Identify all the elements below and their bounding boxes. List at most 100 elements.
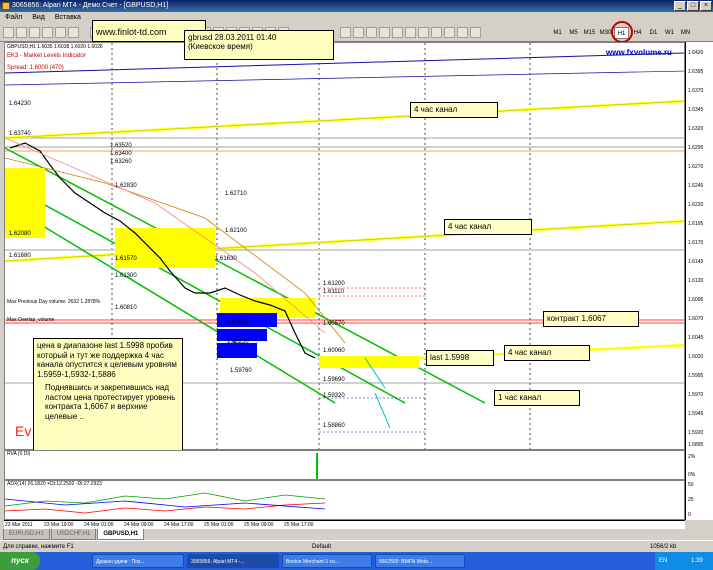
price-tick: 1.5945 xyxy=(688,411,704,417)
clock: 1:39 xyxy=(691,558,703,564)
task-alpari[interactable]: 3065856: Alpari MT4 -... xyxy=(187,554,279,568)
market-watch-icon[interactable] xyxy=(29,27,40,38)
fxvolume-site: www.fxvolume.ru xyxy=(606,48,672,57)
price-tick: 1.5920 xyxy=(688,430,704,436)
price-tick: 1.6295 xyxy=(688,145,704,151)
level-label: 1.58860 xyxy=(323,423,345,429)
system-tray: EN 1:39 xyxy=(655,552,713,570)
timeframe-m15[interactable]: M15 xyxy=(582,27,597,39)
status-bar: Для справки, нажмите F1 Default 1056/2 k… xyxy=(0,540,713,552)
date-note: gbrusd 28.03.2011 01:40 (Киевское время) xyxy=(184,30,334,60)
app-icon xyxy=(2,2,10,10)
menu-view[interactable]: Вид xyxy=(27,12,50,24)
chart-tabs: EURUSD,H1 USDCHF,H1 GBPUSD,H1 xyxy=(0,529,713,540)
level-label: 1.60600 xyxy=(227,320,249,326)
timeframe-d1[interactable]: D1 xyxy=(646,27,661,39)
task-boston[interactable]: Boston Merchant-1 co... xyxy=(282,554,372,568)
price-tick: 1.5970 xyxy=(688,392,704,398)
close-button[interactable]: × xyxy=(700,1,712,11)
last-price-note: last 1.5998 xyxy=(426,350,494,366)
bar-chart-icon[interactable] xyxy=(340,27,351,38)
time-tick: 23 Mar 19:00 xyxy=(44,522,74,528)
price-tick: 1.6370 xyxy=(688,88,704,94)
tester-icon[interactable] xyxy=(68,27,79,38)
language-indicator[interactable]: EN xyxy=(659,558,667,564)
symbol-info: GBPUSD,H1 1.6035 1.6038 1.6020 1.6028 xyxy=(7,44,103,50)
overlay-text: Ev xyxy=(15,423,32,439)
level-label: 1.59690 xyxy=(323,377,345,383)
timeframe-m1[interactable]: M1 xyxy=(550,27,565,39)
rva-indicator-panel[interactable]: RVA (0 DI) xyxy=(4,450,685,480)
price-tick: 1.6270 xyxy=(688,164,704,170)
taskbar: пуск Дракон удачи : Поз... 3065856: Alpa… xyxy=(0,552,713,570)
terminal-icon[interactable] xyxy=(55,27,66,38)
new-chart-icon[interactable] xyxy=(3,27,14,38)
level-label: 1.62100 xyxy=(225,228,247,234)
level-label: 1.63400 xyxy=(110,151,132,157)
price-tick: 1.6120 xyxy=(688,278,704,284)
adx-indicator-panel[interactable]: ADX(14) 26.1820 +DI:12.2592 -DI:27.2923 xyxy=(4,480,685,520)
level-label: 1.61630 xyxy=(215,256,237,262)
time-tick: 25 Mar 09:00 xyxy=(244,522,274,528)
adx-tick: 25 xyxy=(688,497,694,503)
rva-tick: 2% xyxy=(688,454,696,460)
periods-icon[interactable] xyxy=(457,27,468,38)
candle-chart-icon[interactable] xyxy=(353,27,364,38)
level-label: 1.60060 xyxy=(323,348,345,354)
autoscroll-icon[interactable] xyxy=(418,27,429,38)
contract-note: контракт 1,6067 xyxy=(543,311,639,327)
price-tick: 1.6020 xyxy=(688,354,704,360)
minimize-button[interactable]: _ xyxy=(674,1,686,11)
channel-4h-note: 4 час канал xyxy=(504,345,590,361)
tile-windows-icon[interactable] xyxy=(405,27,416,38)
level-label: 1.63520 xyxy=(110,143,132,149)
rva-tick: 0% xyxy=(688,472,696,478)
timeframe-m5[interactable]: M5 xyxy=(566,27,581,39)
indicators-icon[interactable] xyxy=(444,27,455,38)
profiles-icon[interactable] xyxy=(16,27,27,38)
zoom-in-icon[interactable] xyxy=(379,27,390,38)
price-tick: 1.6095 xyxy=(688,297,704,303)
level-label: 1.61300 xyxy=(115,273,137,279)
price-tick: 1.6195 xyxy=(688,221,704,227)
task-bmfn[interactable]: 5602559: BMFN Meta... xyxy=(375,554,465,568)
comment-paragraph-2: Поднявшись и закрепившись над ластом цен… xyxy=(45,383,176,421)
level-label: 1.60570 xyxy=(323,321,345,327)
level-label: 1.61680 xyxy=(9,253,31,259)
price-tick: 1.6320 xyxy=(688,126,704,132)
window-title: 3065856: Alpari MT4 - Демо Счет - [GBPUS… xyxy=(12,2,169,9)
maximize-button[interactable]: □ xyxy=(687,1,699,11)
price-tick: 1.6145 xyxy=(688,259,704,265)
zoom-out-icon[interactable] xyxy=(392,27,403,38)
timezone-line: (Киевское время) xyxy=(188,42,253,51)
tab-gbpusd[interactable]: GBPUSD,H1 xyxy=(97,529,145,540)
price-tick: 1.6220 xyxy=(688,202,704,208)
overlap-label: Max Overlap_volume xyxy=(7,317,55,323)
level-label: 1.62830 xyxy=(115,183,137,189)
adx-tick: 0 xyxy=(688,512,691,518)
time-tick: 23 Mar 2011 xyxy=(5,522,33,528)
comment-paragraph-1: цена в диапазоне last 1.5998 пробив кото… xyxy=(37,341,177,379)
timeframe-w1[interactable]: W1 xyxy=(662,27,677,39)
price-tick: 1.6345 xyxy=(688,107,704,113)
level-label: 1.61110 xyxy=(323,289,344,295)
time-tick: 24 Mar 09:00 xyxy=(124,522,154,528)
menu-insert[interactable]: Вставка xyxy=(50,12,86,24)
adx-tick: 50 xyxy=(688,482,694,488)
tab-usdchf[interactable]: USDCHF,H1 xyxy=(50,529,97,540)
menu-file[interactable]: Файл xyxy=(0,12,27,24)
start-button[interactable]: пуск xyxy=(0,552,40,570)
level-label: 1.62710 xyxy=(225,191,247,197)
price-tick: 1.6070 xyxy=(688,316,704,322)
adx-canvas xyxy=(5,492,326,514)
level-label: 1.61570 xyxy=(115,256,137,262)
tab-eurusd[interactable]: EURUSD,H1 xyxy=(3,529,50,540)
chart-shift-icon[interactable] xyxy=(431,27,442,38)
task-dragon[interactable]: Дракон удачи : Поз... xyxy=(92,554,184,568)
line-chart-icon[interactable] xyxy=(366,27,377,38)
timeframe-mn[interactable]: MN xyxy=(678,27,693,39)
templates-icon[interactable] xyxy=(470,27,481,38)
spread-label: Spread: 1.6000 (470) xyxy=(7,65,64,71)
navigator-icon[interactable] xyxy=(42,27,53,38)
time-tick: 25 Mar 17:00 xyxy=(284,522,314,528)
